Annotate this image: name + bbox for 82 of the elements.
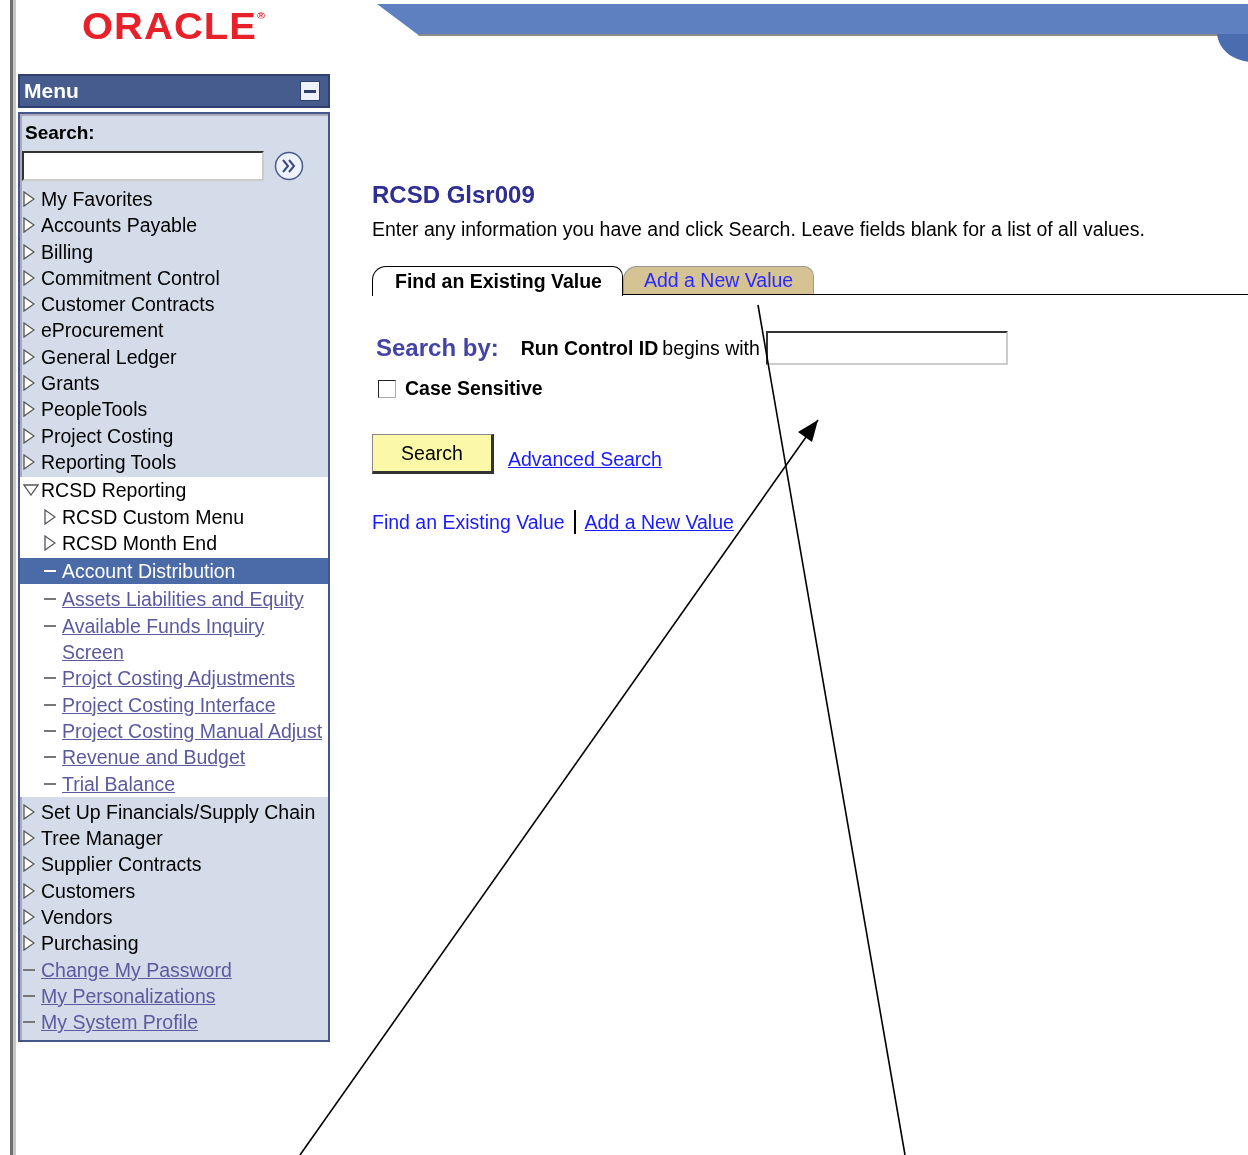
dash-icon (44, 756, 56, 759)
triangle-icon (44, 508, 56, 525)
menu-item[interactable]: Set Up Financials/Supply Chain (20, 798, 328, 826)
dash-icon (44, 703, 56, 706)
page-title: RCSD Glsr009 (372, 180, 536, 210)
triangle-icon (23, 830, 35, 847)
triangle-icon (23, 191, 35, 207)
dash-icon (23, 1021, 35, 1024)
menu-item[interactable]: eProcurement (20, 317, 328, 344)
dash-icon (44, 624, 56, 627)
menu-item[interactable]: RCSD Custom Menu (20, 503, 328, 530)
menu-link[interactable]: My System Profile (20, 1009, 328, 1036)
menu-item[interactable]: Accounts Payable (20, 212, 328, 239)
field-label: Run Control ID (520, 336, 659, 360)
menu-item[interactable]: Project Costing (20, 422, 328, 449)
triangle-icon (23, 427, 35, 444)
search-label: Search: (24, 121, 96, 145)
menu-item[interactable]: Billing (20, 238, 328, 265)
menu-item[interactable]: General Ledger (20, 343, 328, 371)
menu-link[interactable]: Assets Liabilities and Equity (20, 586, 328, 613)
triangle-icon (44, 534, 56, 551)
menu-link[interactable]: Available Funds Inquiry Screen (20, 612, 328, 666)
triangle-icon (23, 269, 35, 286)
menu-link[interactable]: Project Costing Interface (20, 691, 328, 718)
search-field[interactable] (22, 151, 264, 181)
menu-item[interactable]: Customers (20, 877, 328, 904)
triangle-icon (23, 803, 35, 820)
triangle-icon (23, 375, 35, 392)
page-link[interactable]: Find an Existing Value (372, 510, 565, 534)
menu-link[interactable]: Account Distribution (20, 558, 328, 585)
dash-icon (23, 968, 35, 971)
menu-link[interactable]: Project Costing Manual Adjust (20, 717, 328, 745)
menu-item[interactable]: PeopleTools (20, 396, 328, 423)
menu-item[interactable]: Commitment Control (20, 264, 328, 292)
menu-item[interactable]: My Favorites (20, 186, 328, 213)
expanded-triangle-icon (23, 484, 39, 497)
dash-icon (23, 994, 35, 997)
tab[interactable]: Add a New Value (622, 266, 815, 294)
dash-icon (44, 570, 56, 573)
menu-item[interactable]: Supplier Contracts (20, 851, 328, 878)
checkbox[interactable] (378, 379, 396, 398)
menu-link[interactable]: Trial Balance (20, 770, 328, 797)
checkbox-label: Case Sensitive (405, 377, 543, 400)
dash-icon (44, 598, 56, 601)
menu-item[interactable]: Tree Manager (20, 825, 328, 852)
menu-item[interactable]: Vendors (20, 904, 328, 931)
go-icon[interactable] (274, 151, 304, 181)
operator-label: begins with (662, 336, 760, 360)
triangle-icon (23, 453, 35, 470)
triangle-icon (23, 243, 35, 260)
menu-item[interactable]: Reporting Tools (20, 448, 328, 476)
menu-item[interactable]: Purchasing (20, 930, 328, 957)
triangle-icon (23, 856, 35, 873)
search-button[interactable]: Search (372, 434, 494, 474)
triangle-icon (23, 348, 35, 365)
triangle-icon (23, 296, 35, 313)
menu-link[interactable]: My Personalizations (20, 982, 328, 1010)
menu-title: Menu (24, 79, 79, 103)
menu-item[interactable]: RCSD Reporting (20, 477, 328, 504)
menu-link[interactable]: Projct Costing Adjustments (20, 665, 328, 692)
menu-item[interactable]: RCSD Month End (20, 529, 328, 557)
tab[interactable]: Find an Existing Value (372, 265, 623, 296)
menu-item[interactable]: Customer Contracts (20, 291, 328, 318)
triangle-icon (23, 322, 35, 339)
advanced-search-link[interactable]: Advanced Search (508, 447, 662, 471)
menu-link[interactable]: Change My Password (20, 956, 328, 983)
triangle-icon (23, 909, 35, 925)
dash-icon (44, 782, 56, 785)
triangle-icon (23, 217, 35, 234)
collapse-icon[interactable] (300, 81, 320, 101)
menu-link[interactable]: Revenue and Budget (20, 744, 328, 771)
triangle-icon (23, 882, 35, 899)
oracle-logo: ORACLE$^{®}$ (82, 6, 266, 47)
dash-icon (44, 677, 56, 680)
dash-icon (44, 729, 56, 732)
menu-item[interactable]: Grants (20, 370, 328, 397)
triangle-icon (23, 401, 35, 418)
instructions-text: Enter any information you have and click Search. Leave fields blank for a list of all values. (372, 217, 1146, 242)
run-control-field[interactable] (765, 331, 1008, 365)
search-by-label: Search by: (376, 334, 499, 362)
triangle-icon (23, 935, 35, 952)
page-link[interactable]: Add a New Value (584, 510, 734, 534)
